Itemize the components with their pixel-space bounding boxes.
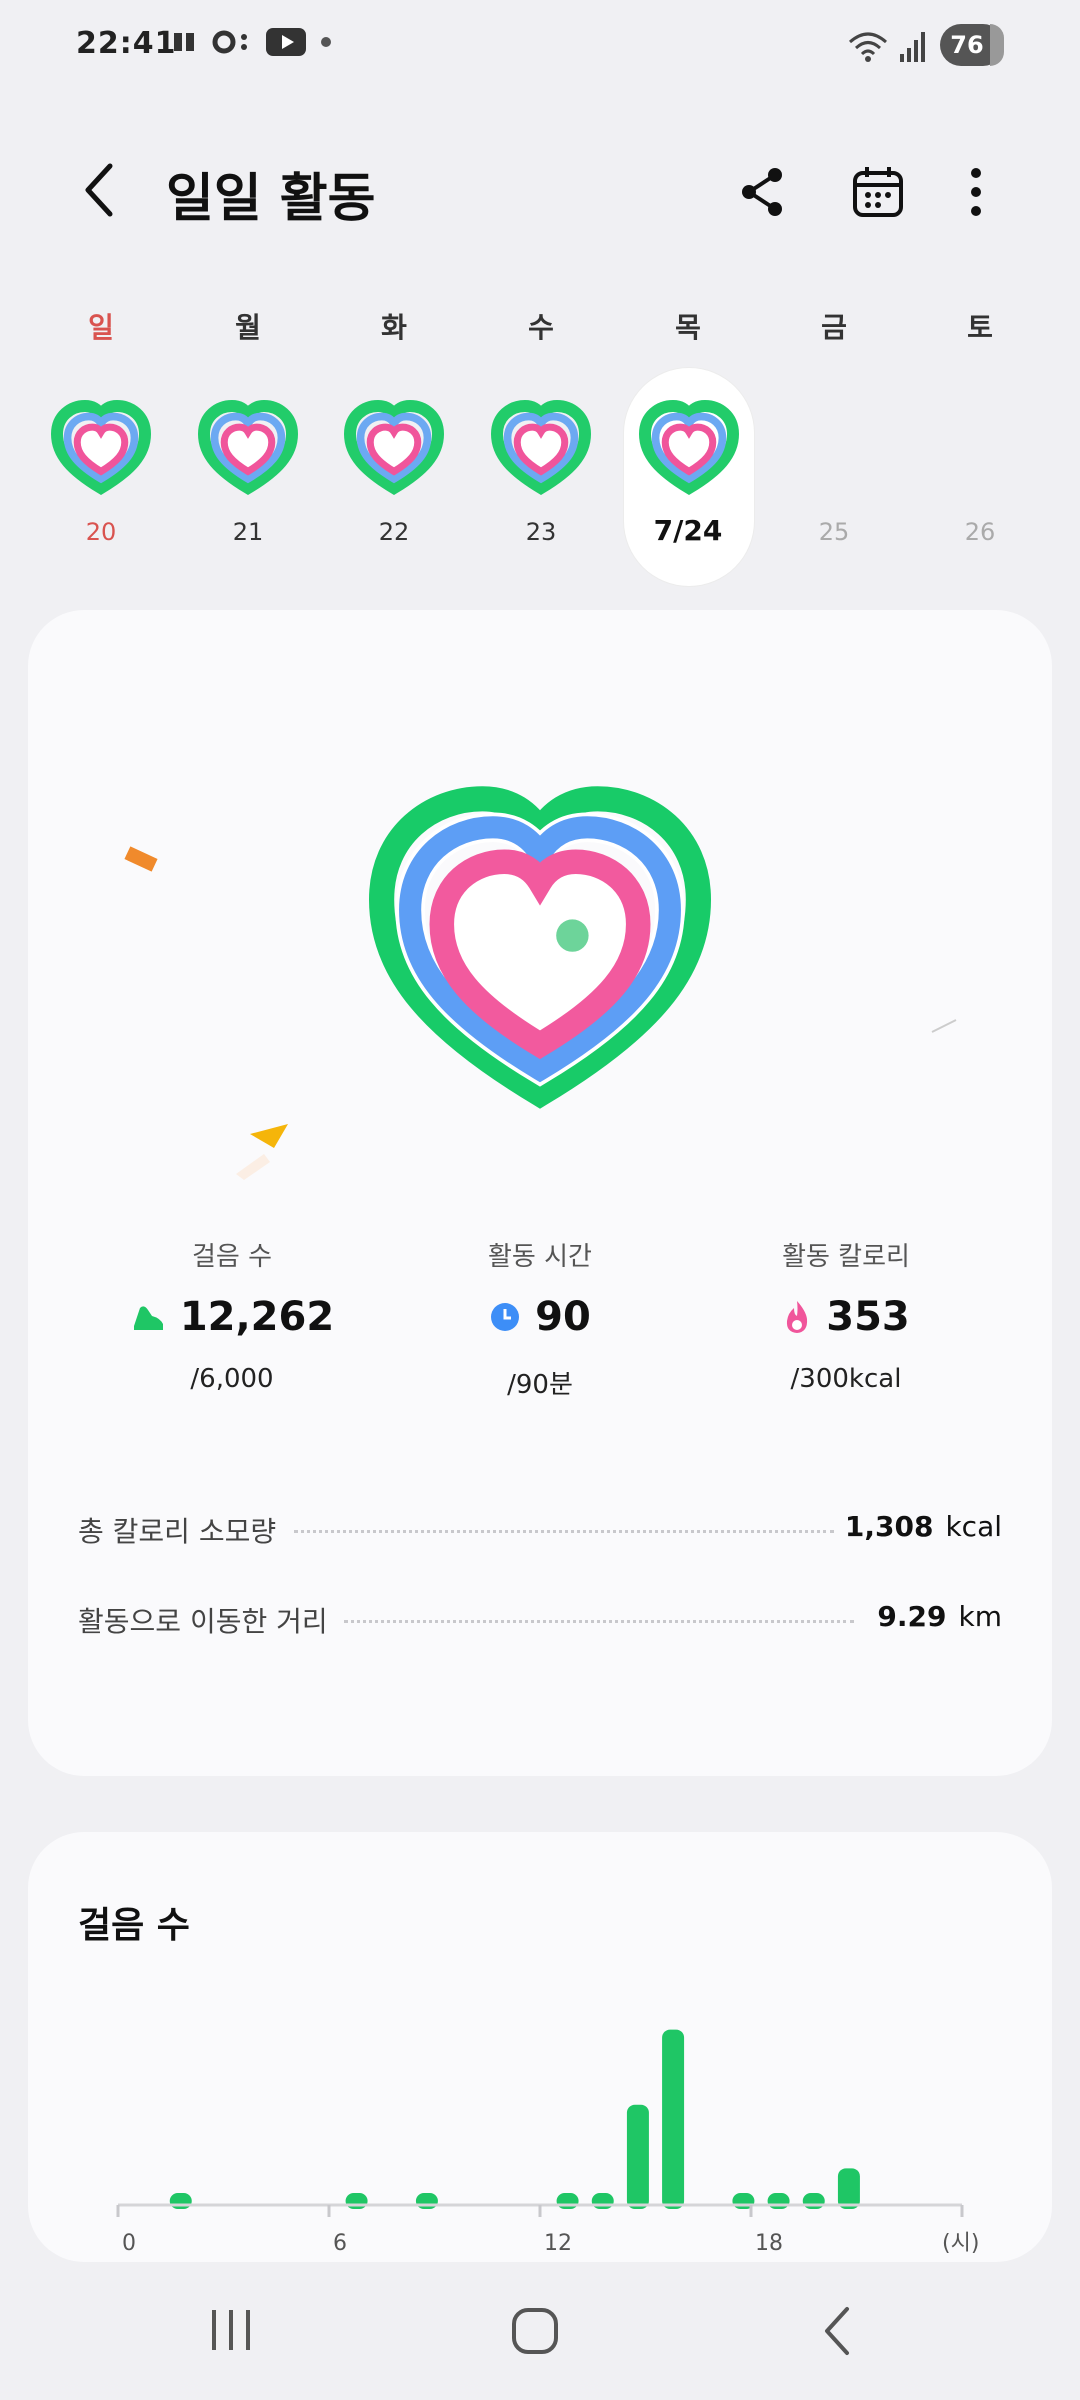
steps-goal: /6,000 xyxy=(190,1364,274,1394)
active-time-value-row: 90 xyxy=(390,1294,690,1340)
home-button[interactable] xyxy=(500,2296,570,2366)
flame-icon xyxy=(787,1301,808,1333)
dotted-leader xyxy=(344,1620,854,1623)
day-heart-icon-selected[interactable] xyxy=(634,398,744,498)
battery-indicator: 76 xyxy=(940,24,1004,66)
steps-bar xyxy=(626,2104,649,2209)
more-vertical-icon xyxy=(971,168,981,216)
back-arrow-icon xyxy=(85,163,113,217)
activity-heart-rings xyxy=(330,770,750,1130)
active-calories-goal: /300kcal xyxy=(790,1364,902,1394)
calendar-icon xyxy=(853,167,903,217)
steps-bar xyxy=(837,2168,860,2209)
active-calories-value-row: 353 xyxy=(696,1294,996,1340)
back-button[interactable] xyxy=(70,160,130,220)
notification-oo-icon xyxy=(212,30,247,54)
steps-bar xyxy=(345,2193,368,2209)
notification-app-icon xyxy=(174,33,194,51)
confetti-decoration xyxy=(124,846,158,872)
day-label-wed: 수 xyxy=(528,311,554,344)
status-notification-icons xyxy=(172,28,332,56)
day-date-26: 26 xyxy=(964,518,996,546)
day-label-thu: 목 xyxy=(675,311,701,344)
recent-apps-button[interactable] xyxy=(196,2300,266,2360)
more-options-button[interactable] xyxy=(956,160,996,224)
day-date-21[interactable]: 21 xyxy=(188,518,308,546)
nav-back-button[interactable] xyxy=(804,2296,874,2366)
day-heart-icon[interactable] xyxy=(193,398,303,498)
youtube-icon xyxy=(266,28,306,56)
signal-icon xyxy=(900,32,925,62)
steps-chart-title: 걸음 수 xyxy=(78,1905,190,1946)
steps-bar xyxy=(662,2029,685,2209)
x-axis-tick-label: 12 xyxy=(544,2231,572,2256)
steps-bar xyxy=(169,2193,192,2209)
steps-bar xyxy=(556,2193,579,2209)
confetti-decoration xyxy=(931,1019,957,1033)
active-calories-label: 활동 칼로리 xyxy=(782,1242,910,1272)
home-icon xyxy=(512,2308,558,2354)
dotted-leader xyxy=(294,1530,834,1533)
day-label-tue: 화 xyxy=(381,311,407,344)
distance-label: 활동으로 이동한 거리 xyxy=(78,1605,328,1638)
day-heart-icon[interactable] xyxy=(486,398,596,498)
active-time-goal: /90분 xyxy=(507,1370,573,1400)
page-title: 일일 활동 xyxy=(166,169,376,229)
day-label-fri: 금 xyxy=(821,311,847,344)
nav-back-icon xyxy=(825,2307,849,2355)
x-axis-tick-label: 18 xyxy=(755,2231,783,2256)
steps-value: 12,262 xyxy=(179,1294,335,1340)
day-heart-icon[interactable] xyxy=(46,398,156,498)
shoe-icon xyxy=(133,1306,163,1330)
steps-value-row: 12,262 xyxy=(82,1294,382,1340)
day-date-23[interactable]: 23 xyxy=(481,518,601,546)
day-date-22[interactable]: 22 xyxy=(334,518,454,546)
active-time-label: 활동 시간 xyxy=(488,1242,592,1272)
x-axis-unit-label: (시) xyxy=(942,2231,979,2256)
steps-bar xyxy=(767,2193,790,2209)
day-label-mon: 월 xyxy=(235,311,261,344)
day-date-selected[interactable]: 7/24 xyxy=(628,514,748,547)
active-time-value: 90 xyxy=(535,1294,591,1340)
steps-bar xyxy=(802,2193,825,2209)
steps-label: 걸음 수 xyxy=(191,1242,273,1272)
calendar-button[interactable] xyxy=(844,158,912,226)
active-calories-value: 353 xyxy=(826,1294,910,1340)
day-label-sun: 일 xyxy=(88,311,114,344)
steps-bar-chart: 0 6 12 18 (시) xyxy=(116,2029,979,2256)
x-axis-tick-label: 0 xyxy=(122,2231,136,2256)
x-axis-tick-label: 6 xyxy=(333,2231,347,2256)
confetti-decoration xyxy=(236,1124,288,1180)
day-date-25: 25 xyxy=(818,518,850,546)
distance-value: 9.29 km xyxy=(877,1600,1002,1633)
total-calories-label: 총 칼로리 소모량 xyxy=(78,1515,277,1548)
recent-apps-icon xyxy=(212,2310,250,2350)
day-date-20[interactable]: 20 xyxy=(41,518,161,546)
share-button[interactable] xyxy=(730,160,794,224)
clock-icon xyxy=(491,1303,520,1331)
wifi-icon xyxy=(849,32,887,62)
share-icon xyxy=(742,168,782,216)
day-label-sat: 토 xyxy=(967,311,993,344)
status-time: 22:41 xyxy=(76,26,177,61)
steps-bar xyxy=(591,2193,614,2209)
day-heart-icon[interactable] xyxy=(339,398,449,498)
steps-bar xyxy=(415,2193,438,2209)
notification-dot-icon xyxy=(321,37,331,47)
total-calories-value: 1,308 kcal xyxy=(844,1510,1002,1543)
